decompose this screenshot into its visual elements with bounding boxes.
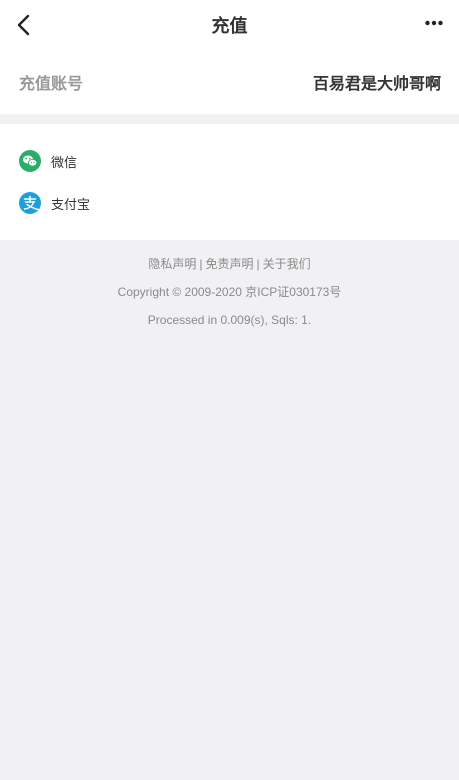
footer-separator: | (256, 257, 260, 271)
payment-option-alipay[interactable]: 支付宝 (0, 182, 459, 224)
wechat-icon (19, 150, 41, 172)
account-value: 百易君是大帅哥啊 (312, 74, 441, 93)
footer-links: 隐私声明 | 免责声明 | 关于我们 (0, 256, 459, 272)
disclaimer-link[interactable]: 免责声明 (205, 257, 253, 271)
more-horizontal-icon[interactable] (425, 19, 443, 27)
footer-separator: | (199, 257, 203, 271)
processed-info-text: Processed in 0.009(s), Sqls: 1. (147, 313, 312, 327)
about-us-link[interactable]: 关于我们 (263, 257, 311, 271)
page-footer: 隐私声明 | 免责声明 | 关于我们 Copyright © 2009-2020 京IC… (0, 240, 459, 328)
payment-method-list: 微信 支付宝 (0, 124, 459, 240)
privacy-statement-link[interactable]: 隐私声明 (148, 257, 196, 271)
section-divider (0, 114, 459, 124)
chevron-left-icon[interactable] (14, 13, 34, 37)
copyright-text: Copyright © 2009-2020 京ICP证030173号 (117, 285, 342, 299)
payment-option-label: 微信 (51, 155, 78, 171)
alipay-icon (19, 192, 41, 214)
payment-option-label: 支付宝 (51, 197, 91, 213)
page-title: 充值 (211, 16, 248, 37)
recharge-account-row: 充值账号 百易君是大帅哥啊 (0, 50, 459, 114)
payment-option-wechat[interactable]: 微信 (0, 140, 459, 182)
account-label: 充值账号 (19, 74, 84, 93)
top-navbar: 充值 (0, 0, 459, 50)
